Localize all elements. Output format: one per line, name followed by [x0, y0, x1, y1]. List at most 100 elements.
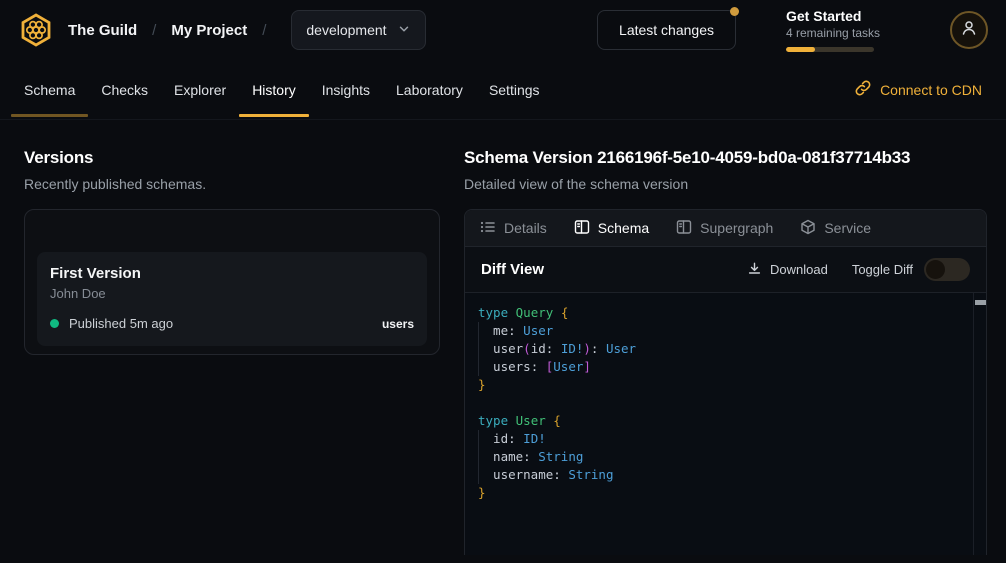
- nav-tab-label: Explorer: [174, 82, 226, 98]
- detail-tab-details[interactable]: Details: [480, 219, 547, 238]
- nav-tab-label: Laboratory: [396, 82, 463, 98]
- version-status: Published 5m ago: [69, 316, 173, 331]
- indent-guide: [478, 430, 493, 448]
- panels-icon: [676, 219, 692, 238]
- version-detail-card: Details Schema: [464, 209, 987, 555]
- main-content: Versions Recently published schemas. Fir…: [0, 120, 1006, 555]
- target-select-value: development: [306, 22, 386, 38]
- version-service-badge: users: [382, 317, 414, 331]
- version-author: John Doe: [50, 286, 414, 301]
- detail-tab-label: Service: [824, 220, 871, 236]
- breadcrumb-project[interactable]: My Project: [171, 22, 247, 39]
- indent-guide: [478, 340, 493, 358]
- indent-guide: [478, 448, 493, 466]
- panels-icon: [574, 219, 590, 238]
- breadcrumb-org[interactable]: The Guild: [68, 22, 137, 39]
- nav-tab-insights[interactable]: Insights: [309, 60, 383, 119]
- download-button[interactable]: Download: [747, 261, 828, 279]
- code-line: me: User: [478, 322, 972, 340]
- published-status-dot: [50, 319, 59, 328]
- nav-tab-label: Settings: [489, 82, 540, 98]
- nav-tab-label: Insights: [322, 82, 370, 98]
- detail-tab-service[interactable]: Service: [800, 219, 871, 238]
- diff-view-actions: Download Toggle Diff: [747, 258, 970, 281]
- versions-panel: Versions Recently published schemas. Fir…: [0, 120, 464, 555]
- target-nav: Schema Checks Explorer History Insights …: [0, 60, 1006, 120]
- nav-tab-explorer[interactable]: Explorer: [161, 60, 239, 119]
- detail-tab-label: Details: [504, 220, 547, 236]
- code-block: type Query {me: Useruser(id: ID!): Useru…: [478, 304, 972, 502]
- link-icon: [855, 80, 871, 99]
- version-meta-row: Published 5m ago users: [50, 316, 414, 331]
- notification-dot: [730, 7, 739, 16]
- user-icon: [960, 19, 978, 42]
- box-icon: [800, 219, 816, 238]
- breadcrumb-separator: /: [152, 22, 156, 39]
- nav-tab-label: Schema: [24, 82, 75, 98]
- code-line: [478, 394, 972, 412]
- breadcrumb-separator: /: [262, 22, 266, 39]
- code-line: type User {: [478, 412, 972, 430]
- nav-tab-label: Checks: [101, 82, 148, 98]
- code-line: id: ID!: [478, 430, 972, 448]
- code-line: name: String: [478, 448, 972, 466]
- connect-to-cdn-link[interactable]: Connect to CDN: [855, 60, 995, 119]
- nav-tab-label: History: [252, 82, 296, 98]
- detail-tab-label: Schema: [598, 220, 649, 236]
- schema-code-viewer: type Query {me: Useruser(id: ID!): Useru…: [465, 293, 986, 555]
- nav-underline-active: [239, 114, 309, 117]
- nav-tab-laboratory[interactable]: Laboratory: [383, 60, 476, 119]
- target-select[interactable]: development: [291, 10, 425, 50]
- code-scrollbar-thumb[interactable]: [975, 300, 986, 305]
- header-right: Latest changes Get Started 4 remaining t…: [597, 8, 988, 52]
- code-line: username: String: [478, 466, 972, 484]
- code-line: }: [478, 484, 972, 502]
- version-detail-subtitle: Detailed view of the schema version: [464, 176, 987, 192]
- nav-tab-history[interactable]: History: [239, 60, 309, 119]
- list-icon: [480, 219, 496, 238]
- get-started-widget[interactable]: Get Started 4 remaining tasks: [786, 8, 936, 52]
- versions-subtitle: Recently published schemas.: [24, 176, 440, 192]
- hive-app: The Guild / My Project / development Lat…: [0, 0, 1006, 563]
- top-header: The Guild / My Project / development Lat…: [0, 0, 1006, 60]
- get-started-remaining: 4 remaining tasks: [786, 26, 936, 40]
- connect-to-cdn-label: Connect to CDN: [880, 82, 982, 98]
- code-line: users: [User]: [478, 358, 972, 376]
- latest-changes-button[interactable]: Latest changes: [597, 10, 736, 50]
- chevron-down-icon: [397, 22, 411, 39]
- version-name: First Version: [50, 265, 414, 282]
- latest-changes-label: Latest changes: [619, 22, 714, 38]
- hive-logo-icon[interactable]: [18, 12, 54, 48]
- switch-knob: [926, 260, 945, 279]
- versions-list: First Version John Doe Published 5m ago …: [24, 209, 440, 355]
- progress-fill: [786, 47, 815, 52]
- nav-tab-settings[interactable]: Settings: [476, 60, 553, 119]
- code-line: }: [478, 376, 972, 394]
- diff-view-title: Diff View: [481, 261, 544, 278]
- nav-tab-checks[interactable]: Checks: [88, 60, 161, 119]
- detail-tab-schema[interactable]: Schema: [574, 219, 649, 238]
- breadcrumb: The Guild / My Project /: [68, 22, 281, 39]
- nav-tab-schema[interactable]: Schema: [11, 60, 88, 119]
- indent-guide: [478, 322, 493, 340]
- detail-tab-supergraph[interactable]: Supergraph: [676, 219, 773, 238]
- toggle-diff-switch[interactable]: [924, 258, 970, 281]
- toggle-diff-control: Toggle Diff: [852, 258, 970, 281]
- get-started-title: Get Started: [786, 8, 936, 24]
- code-line: type Query {: [478, 304, 972, 322]
- download-label: Download: [770, 262, 828, 277]
- versions-title: Versions: [24, 148, 440, 168]
- version-detail-title: Schema Version 2166196f-5e10-4059-bd0a-0…: [464, 148, 987, 168]
- detail-tabs: Details Schema: [465, 210, 986, 247]
- version-list-item[interactable]: First Version John Doe Published 5m ago …: [37, 252, 427, 346]
- version-detail-panel: Schema Version 2166196f-5e10-4059-bd0a-0…: [464, 120, 1006, 555]
- user-avatar[interactable]: [950, 11, 988, 49]
- code-line: user(id: ID!): User: [478, 340, 972, 358]
- get-started-progressbar: [786, 47, 874, 52]
- toggle-diff-label: Toggle Diff: [852, 262, 913, 277]
- detail-tab-label: Supergraph: [700, 220, 773, 236]
- code-scrollbar[interactable]: [973, 293, 986, 555]
- download-icon: [747, 261, 762, 279]
- diff-view-header: Diff View Download Toggle Diff: [465, 247, 986, 293]
- indent-guide: [478, 358, 493, 376]
